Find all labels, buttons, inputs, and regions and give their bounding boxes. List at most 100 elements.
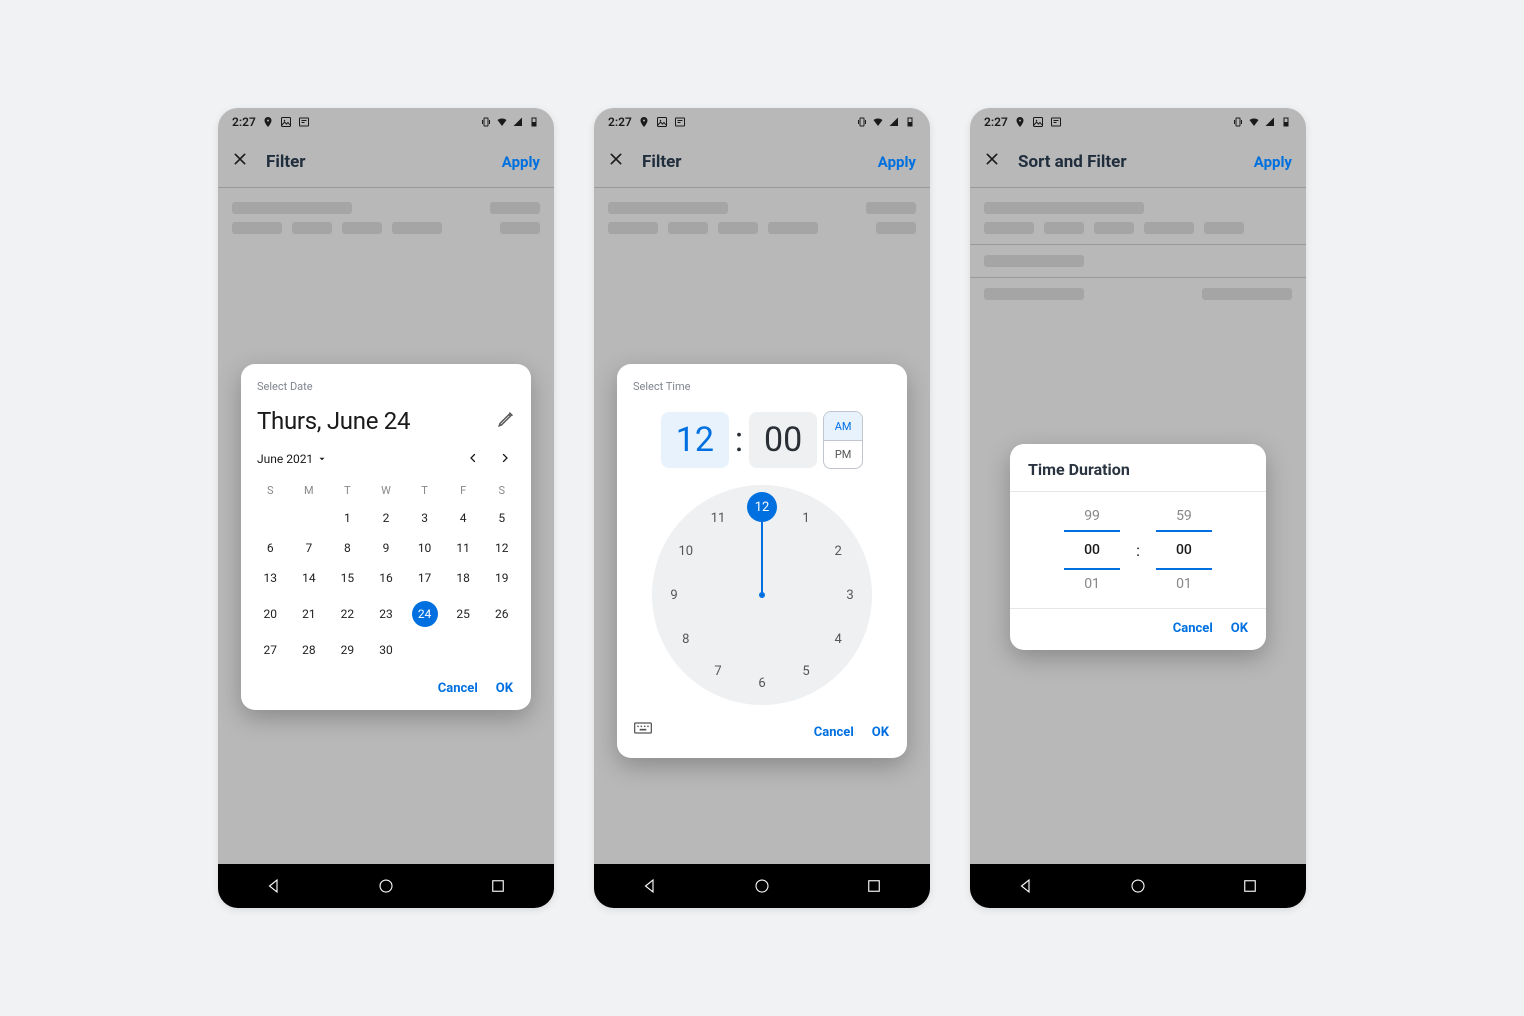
nav-home-button[interactable]: [377, 877, 395, 895]
nav-recent-button[interactable]: [1241, 877, 1259, 895]
clock-number[interactable]: 8: [674, 627, 698, 651]
clock-number[interactable]: 2: [826, 539, 850, 563]
calendar-day[interactable]: 20: [251, 593, 290, 635]
calendar-day[interactable]: 23: [367, 593, 406, 635]
calendar-day[interactable]: 5: [482, 503, 521, 533]
minutes-selected[interactable]: 00: [1156, 530, 1212, 570]
clock-number[interactable]: 5: [794, 659, 818, 683]
nav-back-button[interactable]: [1017, 877, 1035, 895]
clock-number[interactable]: 4: [826, 627, 850, 651]
clock-number[interactable]: 11: [706, 507, 730, 531]
cancel-button[interactable]: Cancel: [1173, 621, 1213, 636]
calendar-day[interactable]: 13: [251, 563, 290, 593]
calendar-day[interactable]: 6: [251, 533, 290, 563]
battery-icon: [528, 116, 540, 128]
header-title: Filter: [642, 152, 878, 172]
calendar-grid: SMTWTFS123456789101112131415161718192021…: [241, 478, 531, 669]
clock-number[interactable]: 1: [794, 507, 818, 531]
ok-button[interactable]: OK: [872, 725, 889, 740]
content-area: Select Date Thurs, June 24 June 2021 SMT…: [218, 188, 554, 864]
content-area: Select Time 12 : 00 AM PM 12123456789101…: [594, 188, 930, 864]
calendar-day[interactable]: 19: [482, 563, 521, 593]
apply-button[interactable]: Apply: [1254, 153, 1292, 171]
calendar-day[interactable]: 27: [251, 635, 290, 665]
calendar-day[interactable]: 28: [290, 635, 329, 665]
nav-home-button[interactable]: [753, 877, 771, 895]
calendar-day[interactable]: 11: [444, 533, 483, 563]
calendar-day[interactable]: 15: [328, 563, 367, 593]
calendar-day[interactable]: 14: [290, 563, 329, 593]
calendar-day[interactable]: 18: [444, 563, 483, 593]
apply-button[interactable]: Apply: [878, 153, 916, 171]
nav-back-button[interactable]: [265, 877, 283, 895]
calendar-day[interactable]: 1: [328, 503, 367, 533]
clock-number[interactable]: 7: [706, 659, 730, 683]
location-icon: [262, 116, 274, 128]
app-header: Filter Apply: [218, 136, 554, 188]
prev-month-button[interactable]: [463, 445, 483, 472]
square-recent-icon: [1241, 877, 1259, 895]
apply-button[interactable]: Apply: [502, 153, 540, 171]
calendar-day[interactable]: 3: [405, 503, 444, 533]
triangle-back-icon: [265, 877, 283, 895]
clock-number[interactable]: 6: [750, 671, 774, 695]
close-button[interactable]: [232, 151, 248, 172]
pm-button[interactable]: PM: [824, 440, 862, 468]
ok-button[interactable]: OK: [496, 681, 513, 696]
calendar-day[interactable]: 26: [482, 593, 521, 635]
hours-selected[interactable]: 00: [1064, 530, 1120, 570]
header-title: Filter: [266, 152, 502, 172]
calendar-day[interactable]: 12: [482, 533, 521, 563]
minutes-wheel[interactable]: 59 00 01: [1156, 502, 1212, 598]
next-month-button[interactable]: [495, 445, 515, 472]
clock-number[interactable]: 12: [747, 492, 777, 522]
date-picker-modal: Select Date Thurs, June 24 June 2021 SMT…: [241, 364, 531, 710]
nav-back-button[interactable]: [641, 877, 659, 895]
calendar-day[interactable]: 7: [290, 533, 329, 563]
calendar-empty-cell: [251, 503, 290, 533]
ok-button[interactable]: OK: [1231, 621, 1248, 636]
keyboard-icon: [633, 718, 653, 738]
calendar-day[interactable]: 22: [328, 593, 367, 635]
hours-prev[interactable]: 99: [1064, 502, 1120, 530]
calendar-day[interactable]: 8: [328, 533, 367, 563]
calendar-day[interactable]: 17: [405, 563, 444, 593]
calendar-day[interactable]: 10: [405, 533, 444, 563]
calendar-day[interactable]: 2: [367, 503, 406, 533]
keyboard-toggle-button[interactable]: [633, 718, 653, 742]
hours-next[interactable]: 01: [1064, 570, 1120, 598]
close-button[interactable]: [608, 151, 624, 172]
am-button[interactable]: AM: [824, 412, 862, 440]
clock-number[interactable]: 3: [838, 583, 862, 607]
edit-date-button[interactable]: [497, 410, 515, 432]
calendar-day[interactable]: 25: [444, 593, 483, 635]
minute-input[interactable]: 00: [749, 412, 817, 468]
clock-number[interactable]: 9: [662, 583, 686, 607]
close-button[interactable]: [984, 151, 1000, 172]
phone-date-picker: 2:27 Filter Apply Select Date Thurs, Jun…: [218, 108, 554, 908]
nav-home-button[interactable]: [1129, 877, 1147, 895]
cancel-button[interactable]: Cancel: [814, 725, 854, 740]
chevron-left-icon: [467, 452, 479, 464]
clock-number[interactable]: 10: [674, 539, 698, 563]
analog-clock[interactable]: 12 12 3 45678 9 10 11: [652, 485, 872, 705]
hours-wheel[interactable]: 99 00 01: [1064, 502, 1120, 598]
signal-icon: [512, 116, 524, 128]
calendar-day[interactable]: 29: [328, 635, 367, 665]
calendar-day[interactable]: 21: [290, 593, 329, 635]
nav-recent-button[interactable]: [865, 877, 883, 895]
cancel-button[interactable]: Cancel: [438, 681, 478, 696]
nav-recent-button[interactable]: [489, 877, 507, 895]
calendar-day[interactable]: 4: [444, 503, 483, 533]
phone-time-picker: 2:27 Filter Apply Select Time 12 : 00: [594, 108, 930, 908]
chevron-down-icon: [317, 454, 327, 464]
month-selector[interactable]: June 2021: [257, 452, 327, 466]
calendar-day[interactable]: 24: [405, 593, 444, 635]
calendar-day[interactable]: 9: [367, 533, 406, 563]
news-icon: [674, 116, 686, 128]
hour-input[interactable]: 12: [661, 412, 729, 468]
minutes-next[interactable]: 01: [1156, 570, 1212, 598]
calendar-day[interactable]: 16: [367, 563, 406, 593]
minutes-prev[interactable]: 59: [1156, 502, 1212, 530]
calendar-day[interactable]: 30: [367, 635, 406, 665]
